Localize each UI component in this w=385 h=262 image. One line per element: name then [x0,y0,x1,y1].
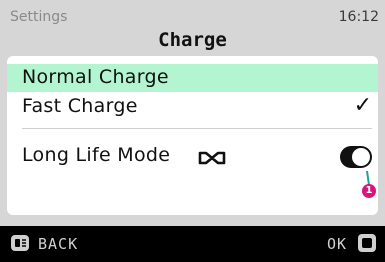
list-item-normal-charge[interactable]: Normal Charge [7,64,378,92]
long-life-toggle[interactable] [340,146,372,168]
app-name: Settings [10,9,68,25]
back-button-icon[interactable] [10,234,30,252]
list-item-fast-charge[interactable]: Fast Charge ✓ [7,93,378,121]
annotation-badge: 1 [362,184,376,198]
softkey-bar: BACK OK [0,226,385,262]
list-item-label: Normal Charge [22,66,169,88]
settings-list: Normal Charge Fast Charge ✓ Long Life Mo… [7,56,378,215]
screen-title: Charge [158,29,227,51]
status-bar: Settings 16:12 [0,0,385,30]
list-item-long-life-mode[interactable]: Long Life Mode [7,142,378,172]
clock: 16:12 [338,9,379,25]
infinity-battery-icon [198,151,226,165]
ok-button[interactable]: OK [327,235,347,253]
ok-button-icon[interactable] [357,233,377,253]
list-item-label: Long Life Mode [22,144,171,166]
list-item-label: Fast Charge [22,95,138,117]
back-button[interactable]: BACK [38,235,78,253]
check-icon: ✓ [353,93,372,118]
toggle-knob [352,148,370,166]
divider [22,128,372,129]
